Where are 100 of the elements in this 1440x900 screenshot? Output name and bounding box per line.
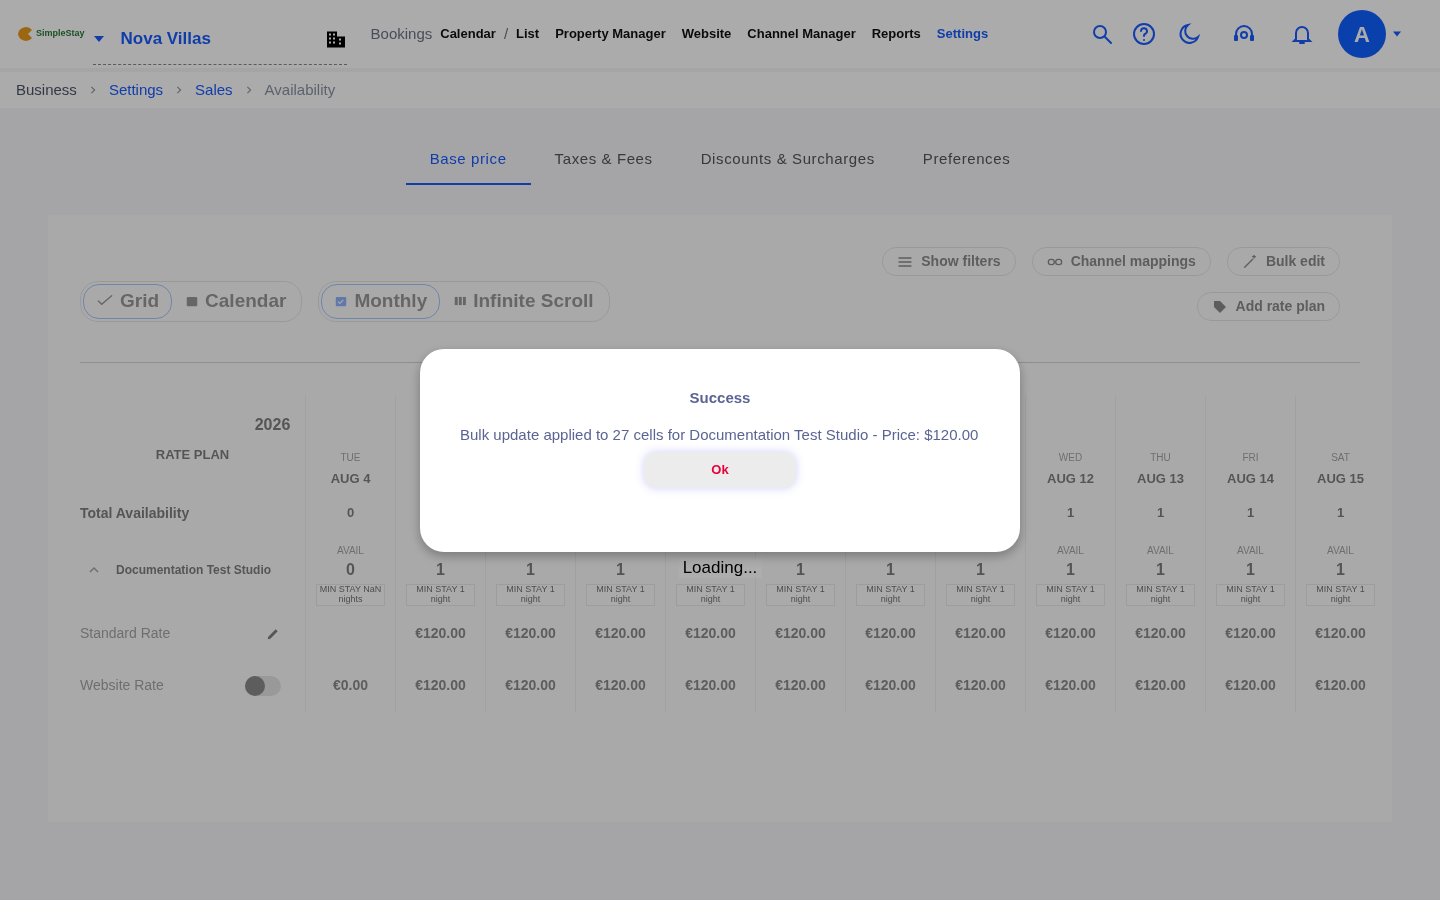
min-stay-badge: MIN STAY 1 night [766,583,835,606]
breadcrumb: Availability [264,79,336,100]
table-cell-text: 1 [525,559,536,580]
action-button[interactable]: Add rate plan [1196,292,1340,321]
date-label: AUG 13 [1136,470,1185,488]
table-cell: 1 [1246,504,1255,520]
caret-icon[interactable] [1392,30,1402,38]
ok-button[interactable]: Ok [644,451,796,488]
price-cell[interactable]: €120.00 [955,623,1006,644]
tab[interactable]: Base price [405,138,531,185]
min-stay-badge: MIN STAY 1 night [1216,583,1285,606]
table-cell: 1 [1336,504,1345,520]
table-cell: 1 [1156,504,1165,520]
day-label: THU [1149,451,1172,465]
table-cell-text: 1 [1335,559,1346,580]
chevron-icon [175,85,184,95]
help-icon[interactable] [1132,22,1156,46]
moon-icon[interactable] [1178,22,1202,46]
toggle-button[interactable]: Calendar [172,284,300,319]
date-label: AUG 15 [1316,470,1365,488]
chevron-icon [88,85,97,95]
nav-link[interactable]: Property Manager [555,24,666,44]
price-cell[interactable]: €120.00 [955,675,1006,696]
price-cell[interactable]: €120.00 [865,623,916,644]
avail-label: AVAIL [1146,543,1175,558]
breadcrumb[interactable]: Settings [108,78,164,102]
nav-link[interactable]: Website [681,24,732,44]
nav-link[interactable]: Calendar [440,24,496,44]
nav-link[interactable]: Settings [936,24,989,44]
loading-text: Loading... [678,558,762,578]
tab[interactable]: Preferences [898,138,1035,185]
day-label: FRI [1241,451,1260,465]
modal-message: Bulk update applied to 27 cells for Documentation Test Studio - Price: $120.00 [460,425,980,444]
min-stay-badge: MIN STAY 1 night [856,583,925,606]
chevron-icon [244,85,253,95]
toggle-button[interactable]: Infinite Scroll [440,284,607,319]
table-cell-text: 1 [885,559,896,580]
avail-label: AVAIL [336,543,365,558]
price-cell[interactable]: €120.00 [685,623,736,644]
toggle-button[interactable]: Grid [83,284,173,319]
price-cell[interactable]: €120.00 [595,623,646,644]
nav-link[interactable]: Reports [871,24,921,44]
avatar[interactable]: A [1338,10,1386,58]
action-button[interactable]: Channel mappings [1031,247,1211,276]
separator: / [503,23,509,44]
min-stay-badge: MIN STAY 1 night [676,583,745,606]
table-cell-text: 1 [795,559,806,580]
nav-link[interactable]: Channel Manager [747,24,856,44]
breadcrumb[interactable]: Sales [195,78,233,102]
price-cell[interactable]: €120.00 [775,675,826,696]
toggle-button[interactable]: Monthly [321,284,441,319]
price-cell[interactable]: €120.00 [775,623,826,644]
price-cell[interactable]: €120.00 [1225,623,1276,644]
action-button[interactable]: Bulk edit [1226,247,1340,276]
table-cell-text: 1 [1155,559,1166,580]
table-cell-text: 0 [345,559,356,580]
price-cell[interactable]: €120.00 [415,675,466,696]
calendar-icon [185,294,200,309]
table-cell: 0 [346,504,355,520]
price-cell[interactable]: €120.00 [595,675,646,696]
column-header: RATE PLAN [155,445,230,464]
wand-icon [1241,253,1258,270]
tab[interactable]: Taxes & Fees [530,138,677,185]
day-label: WED [1057,451,1084,465]
price-cell[interactable]: €120.00 [685,675,736,696]
tag-icon [1211,298,1228,315]
min-stay-badge: MIN STAY NaN nights [316,583,385,606]
tab[interactable]: Discounts & Surcharges [676,138,899,185]
row-label: Total Availability [80,504,190,521]
price-cell[interactable]: €120.00 [415,623,466,644]
price-cell[interactable]: €120.00 [1135,623,1186,644]
search-icon[interactable] [1090,22,1114,46]
price-cell[interactable]: €120.00 [1225,675,1276,696]
price-cell[interactable]: €120.00 [1315,675,1366,696]
date-label: AUG 4 [329,470,372,488]
table-cell-text: 1 [615,559,626,580]
price-cell[interactable]: €0.00 [332,675,368,696]
price-cell[interactable]: €120.00 [505,675,556,696]
min-stay-badge: MIN STAY 1 night [1036,583,1105,606]
min-stay-badge: MIN STAY 1 night [496,583,565,606]
toggle-switch[interactable] [245,675,281,696]
avail-label: AVAIL [1326,543,1355,558]
price-cell[interactable]: €120.00 [1045,675,1096,696]
price-cell[interactable]: €120.00 [1135,675,1186,696]
price-cell[interactable]: €120.00 [865,675,916,696]
price-cell[interactable]: €120.00 [1045,623,1096,644]
action-button[interactable]: Show filters [882,247,1016,276]
table-cell-text: 1 [1245,559,1256,580]
min-stay-badge: MIN STAY 1 night [406,583,475,606]
property-name[interactable]: Nova Villas [120,25,211,52]
date-label: AUG 14 [1226,470,1275,488]
price-cell[interactable]: €120.00 [1315,623,1366,644]
breadcrumb[interactable]: Business [16,78,77,102]
price-cell[interactable]: €120.00 [505,623,556,644]
year-label: 2026 [254,414,291,435]
calendar-check-icon [334,294,349,309]
avail-label: AVAIL [1056,543,1085,558]
rate-name: Standard Rate [80,624,171,643]
nav-link[interactable]: List [516,24,540,44]
min-stay-badge: MIN STAY 1 night [946,583,1015,606]
